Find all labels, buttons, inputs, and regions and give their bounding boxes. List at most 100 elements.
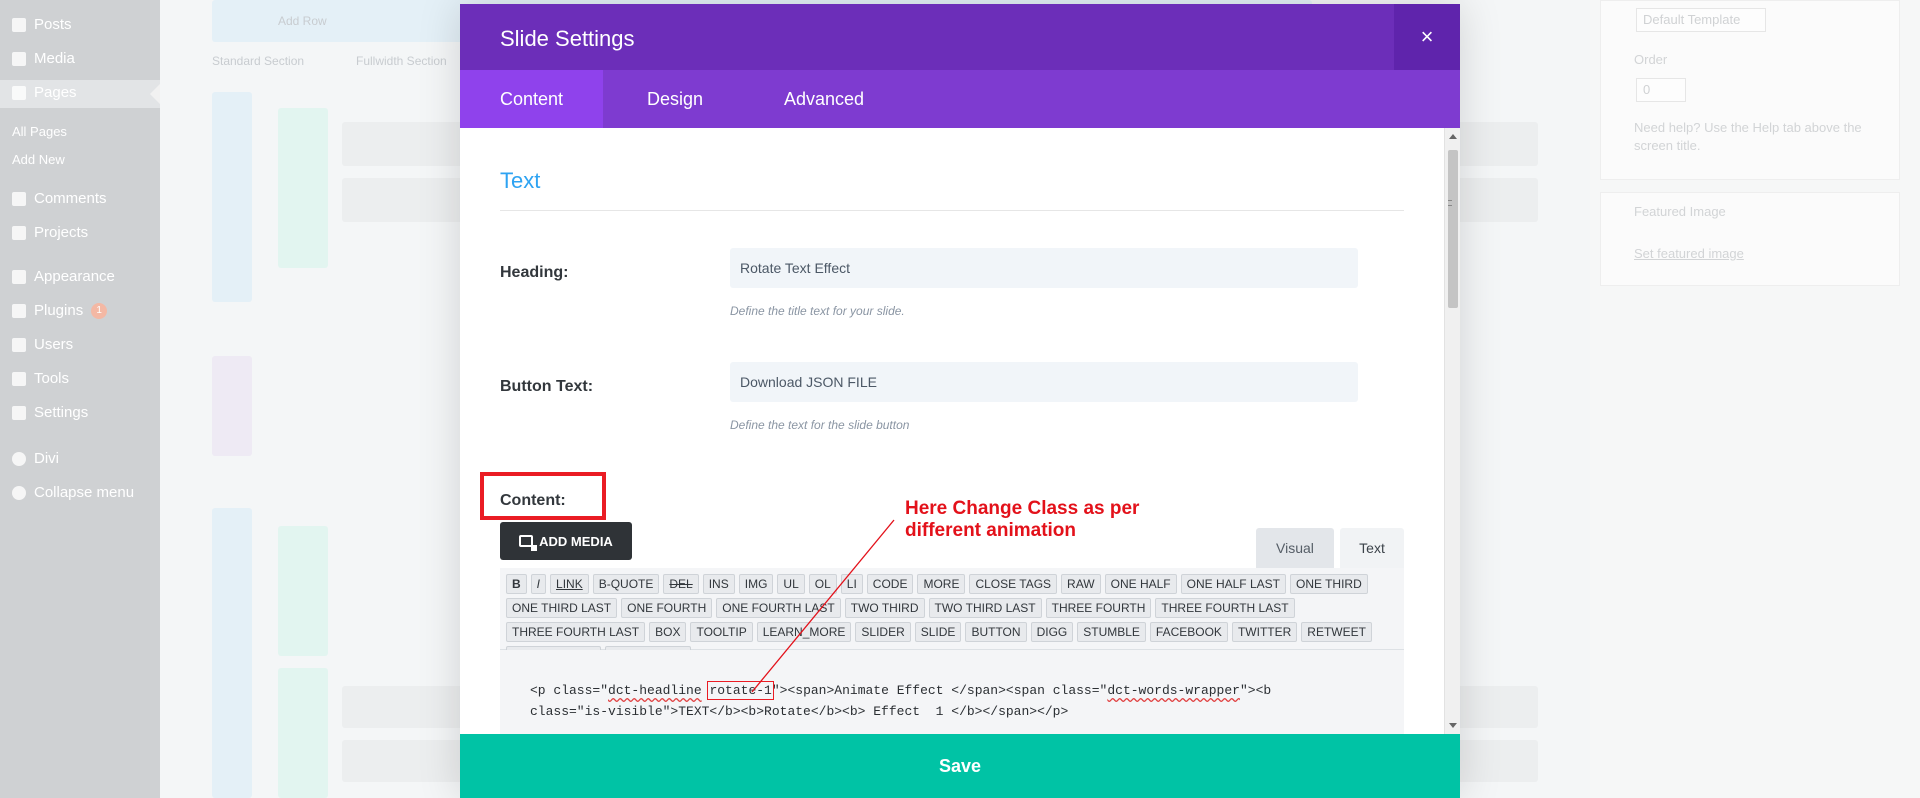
wp-menu-settings[interactable]: Settings [12,404,88,421]
quicktag-raw[interactable]: RAW [1061,574,1101,594]
set-featured-image-link[interactable]: Set featured image [1634,246,1744,261]
media-icon [519,535,538,551]
scroll-down-arrow-icon[interactable] [1449,723,1457,728]
quicktag-img[interactable]: IMG [738,574,774,594]
code-text-line2: class="is-visible">TEXT</b><b>Rotate</b>… [530,704,1069,719]
update-count-badge: 1 [91,302,108,319]
settings-tabs: Content Design Advanced [460,70,1460,128]
button-text-input[interactable] [730,362,1358,402]
scrollbar-grip-icon [1448,200,1452,206]
section-divider [500,210,1404,211]
wp-menu-appearance[interactable]: Appearance [12,268,115,285]
editor-tab-visual[interactable]: Visual [1256,528,1334,568]
quicktag-more[interactable]: MORE [917,574,966,594]
modal-scrollbar[interactable] [1444,128,1460,734]
button-text-description: Define the text for the slide button [730,418,910,432]
wp-menu-pages[interactable]: Pages [12,84,77,101]
quicktag-b[interactable]: B [506,574,527,594]
quicktag-twitter[interactable]: TWITTER [1231,622,1298,642]
quicktag-facebook[interactable]: FACEBOOK [1149,622,1228,642]
quicktag-one-fourth-last[interactable]: ONE FOURTH LAST [716,598,841,618]
content-label-highlight-box [480,472,606,520]
wp-menu-tools[interactable]: Tools [12,370,69,387]
tab-advanced[interactable]: Advanced [744,70,904,128]
button-text-label: Button Text: [500,378,594,395]
code-class-words-wrapper: dct-words-wrapper [1107,683,1240,698]
quicktag-two-third-last[interactable]: TWO THIRD LAST [928,598,1042,618]
menu-label: Posts [34,16,72,33]
quicktag-retweet[interactable]: RETWEET [1301,622,1372,642]
close-button[interactable]: × [1394,4,1460,70]
heading-input[interactable] [730,248,1358,288]
quicktag-three-fourth-last[interactable]: THREE FOURTH LAST [1155,598,1295,618]
quicktag-one-fourth[interactable]: ONE FOURTH [621,598,713,618]
menu-label: Plugins [34,302,84,319]
quicktag-one-third[interactable]: ONE THIRD [1289,574,1368,594]
scrollbar-thumb[interactable] [1448,150,1458,308]
quicktag-slider[interactable]: SLIDER [855,622,911,642]
template-select[interactable]: Default Template [1636,8,1766,32]
wp-menu-users[interactable]: Users [12,336,73,353]
wp-submenu-all-pages[interactable]: All Pages [12,124,67,139]
quicktag-close-tags[interactable]: CLOSE TAGS [969,574,1058,594]
quicktag-i[interactable]: I [530,574,547,594]
comment-icon [12,191,26,206]
quicktag-three-fourth-last[interactable]: THREE FOURTH LAST [506,622,646,642]
ghost-standard-section: Standard Section [212,54,305,68]
code-class-headline: dct-headline [608,683,702,698]
help-text-line2: screen title. [1634,138,1701,153]
scroll-up-arrow-icon[interactable] [1449,134,1457,139]
menu-label: Projects [34,224,89,241]
quicktag-tooltip[interactable]: TOOLTIP [690,622,753,642]
wp-menu-media[interactable]: Media [12,50,75,67]
content-code-editor[interactable]: <p class="dct-headline rotate-1"><span>A… [500,650,1404,734]
tab-content[interactable]: Content [460,70,604,128]
quicktag-ol[interactable]: OL [808,574,837,594]
annotation-line-2: different animation [905,520,1077,541]
quicktag-one-half[interactable]: ONE HALF [1104,574,1177,594]
wp-collapse-menu[interactable]: Collapse menu [12,484,134,501]
quicktag-learn-more[interactable]: LEARN_MORE [756,622,852,642]
order-label: Order [1634,52,1668,67]
quicktag-three-fourth[interactable]: THREE FOURTH [1045,598,1152,618]
modal-title: Slide Settings [500,26,635,51]
page-attributes-panel: Order Need help? Use the Help tab above … [1590,0,1920,798]
quicktag-one-half-last[interactable]: ONE HALF LAST [1180,574,1286,594]
wp-menu-comments[interactable]: Comments [12,190,107,207]
quicktag-b-quote[interactable]: B-QUOTE [592,574,660,594]
quicktag-slide[interactable]: SLIDE [914,622,962,642]
save-button[interactable]: Save [460,734,1460,798]
brush-icon [12,269,26,284]
order-input[interactable]: 0 [1636,78,1686,102]
user-icon [12,337,26,352]
quicktag-button[interactable]: BUTTON [965,622,1027,642]
quicktag-del[interactable]: DEL [663,574,699,594]
ghost-row-handle [278,108,328,268]
pin-icon [12,17,26,32]
add-media-button[interactable]: ADD MEDIA [500,522,632,560]
quicktag-box[interactable]: BOX [649,622,687,642]
add-media-label: ADD MEDIA [539,533,613,549]
menu-label: Divi [34,450,59,467]
wp-menu-projects[interactable]: Projects [12,224,88,241]
editor-tab-text[interactable]: Text [1340,528,1404,568]
tab-design[interactable]: Design [607,70,743,128]
quicktag-digg[interactable]: DIGG [1030,622,1074,642]
quicktag-link[interactable]: LINK [550,574,589,594]
wp-menu-plugins[interactable]: Plugins 1 [12,302,108,319]
wp-menu-posts[interactable]: Posts [12,16,72,33]
sliders-icon [12,405,26,420]
quicktag-one-third-last[interactable]: ONE THIRD LAST [506,598,618,618]
quicktag-ins[interactable]: INS [702,574,735,594]
quicktag-li[interactable]: LI [840,574,863,594]
ghost-section-handle [212,92,252,302]
quicktag-code[interactable]: CODE [866,574,914,594]
quicktag-stumble[interactable]: STUMBLE [1077,622,1146,642]
quicktag-two-third[interactable]: TWO THIRD [844,598,925,618]
quicktag-ul[interactable]: UL [777,574,805,594]
collapse-icon [12,485,26,500]
wp-submenu-add-new[interactable]: Add New [12,152,65,167]
slide-settings-modal: Slide Settings × Content Design Advanced… [460,4,1460,798]
ghost-section-handle [212,508,252,798]
wp-menu-divi[interactable]: Divi [12,450,59,467]
